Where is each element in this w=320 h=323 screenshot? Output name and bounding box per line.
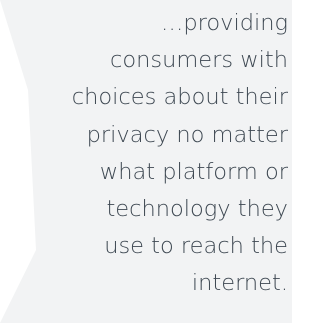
quote-line-5: what platform or [99,158,288,185]
quote-line-1: …providing [160,10,288,36]
quote-line-6: technology they [106,196,288,223]
quote-text: …providing consumers with choices about … [0,0,288,303]
quote-line-4: privacy no matter [86,121,288,148]
quote-line-3: choices about their [71,84,288,111]
quote-line-8: internet. [191,270,288,297]
quote-line-7: use to reach the [104,233,288,260]
quote-card: …providing consumers with choices about … [0,0,292,323]
quote-line-2: consumers with [109,47,288,74]
